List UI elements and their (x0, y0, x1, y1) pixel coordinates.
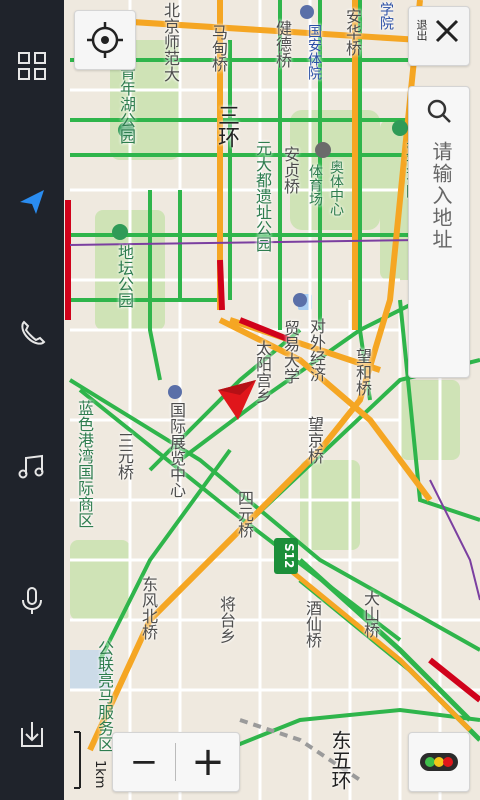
voice-button[interactable] (8, 576, 56, 624)
music-icon (18, 454, 44, 479)
grid-button[interactable] (8, 42, 56, 90)
traffic-toggle-button[interactable] (408, 732, 470, 792)
grid-icon (18, 52, 46, 80)
phone-button[interactable] (8, 310, 56, 358)
map-label: 马甸桥 (209, 24, 228, 72)
map-label: 体育场 (307, 164, 323, 206)
map-label: 酒仙桥 (303, 600, 322, 648)
map-label: 青年湖公园 (117, 64, 136, 144)
zoom-in-button[interactable]: + (177, 733, 239, 791)
map-label: 蓝色港湾国际商区 (75, 400, 94, 528)
exit-label: 退出 (415, 19, 428, 41)
exit-button[interactable]: 退出 (408, 6, 470, 66)
map-label: 三环 (214, 104, 239, 148)
map-label: 安贞桥 (281, 146, 300, 194)
search-icon (427, 99, 451, 123)
search-panel[interactable]: 请输入地址 (408, 86, 470, 378)
map-label: 将台乡 (217, 596, 236, 644)
zoom-divider (175, 743, 176, 781)
map-label: 健德桥 (273, 20, 292, 68)
download-button[interactable] (8, 710, 56, 758)
navigation-arrow-icon (20, 190, 44, 214)
zoom-out-button[interactable]: − (113, 733, 175, 791)
phone-icon (21, 320, 46, 345)
map-label: 三元桥 (115, 432, 134, 480)
close-icon (435, 19, 459, 43)
map-label: 国际展览中心 (167, 402, 186, 498)
download-icon (21, 722, 43, 747)
map-label: 北京师范大 (161, 2, 180, 82)
map-label: 望和桥 (353, 348, 372, 396)
map-label: 元大都遗址公园 (253, 140, 272, 252)
map-label: 太阳宫乡 (253, 340, 272, 404)
microphone-icon (22, 587, 42, 614)
map-label: 四元桥 (235, 490, 254, 538)
map-label: 安华桥 (343, 8, 362, 56)
map-label: 东五环 (328, 730, 352, 790)
music-button[interactable] (8, 442, 56, 490)
locate-button[interactable] (74, 10, 136, 70)
locate-icon (87, 22, 123, 58)
highway-shield-s12: S12 (282, 543, 296, 569)
search-input[interactable]: 请输入地址 (427, 141, 456, 251)
map-label: 学院 (378, 2, 394, 30)
scale-label: 1km (92, 760, 107, 789)
map-label: 对外经济 (307, 318, 326, 382)
map-label: 国安体院 (306, 24, 322, 80)
map-label: 贸易大学 (281, 320, 300, 384)
map-label: 望京桥 (305, 416, 324, 464)
map-label: 东风北桥 (139, 576, 158, 640)
zoom-controls: − + (112, 732, 240, 792)
sidebar (0, 0, 64, 800)
traffic-light-icon (420, 753, 458, 771)
navigation-button[interactable] (8, 178, 56, 226)
map-label: 奥体中心 (328, 160, 344, 216)
map-label: 大山桥 (361, 590, 380, 638)
map-label: 地坛公园 (115, 244, 134, 308)
